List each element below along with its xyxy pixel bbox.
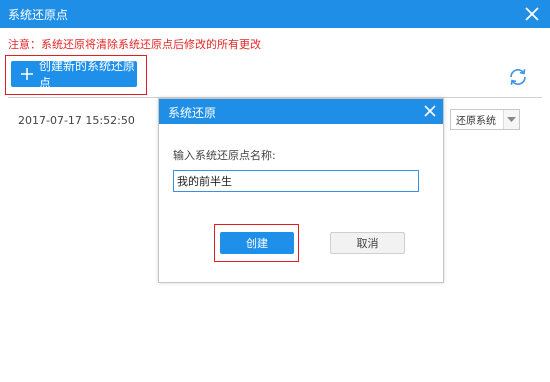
close-icon[interactable]: [423, 104, 437, 118]
create-restore-point-button[interactable]: 创建新的系统还原点: [11, 59, 137, 90]
create-button-label: 创建新的系统还原点: [39, 59, 136, 90]
restore-action-select[interactable]: 还原系统: [450, 109, 520, 130]
window-title: 系统还原点: [8, 8, 69, 22]
window-titlebar: 系统还原点: [0, 0, 550, 28]
dialog-title: 系统还原: [168, 106, 217, 120]
close-icon[interactable]: [523, 5, 541, 23]
warning-notice: 注意：系统还原将清除系统还原点后修改的所有更改: [8, 38, 261, 51]
create-button[interactable]: 创建: [220, 232, 294, 254]
name-prompt-label: 输入系统还原点名称:: [173, 149, 276, 162]
restore-dialog: 系统还原 输入系统还原点名称: 创建 取消: [158, 98, 444, 283]
dialog-titlebar: 系统还原: [159, 99, 443, 124]
plus-icon: [21, 68, 33, 80]
restore-action-label: 还原系统: [456, 116, 496, 127]
refresh-icon[interactable]: [507, 66, 529, 88]
chevron-down-icon[interactable]: [503, 110, 519, 129]
cancel-button[interactable]: 取消: [330, 232, 405, 254]
restore-point-name-input[interactable]: [173, 170, 419, 192]
restore-point-time: 2017-07-17 15:52:50: [18, 114, 135, 127]
